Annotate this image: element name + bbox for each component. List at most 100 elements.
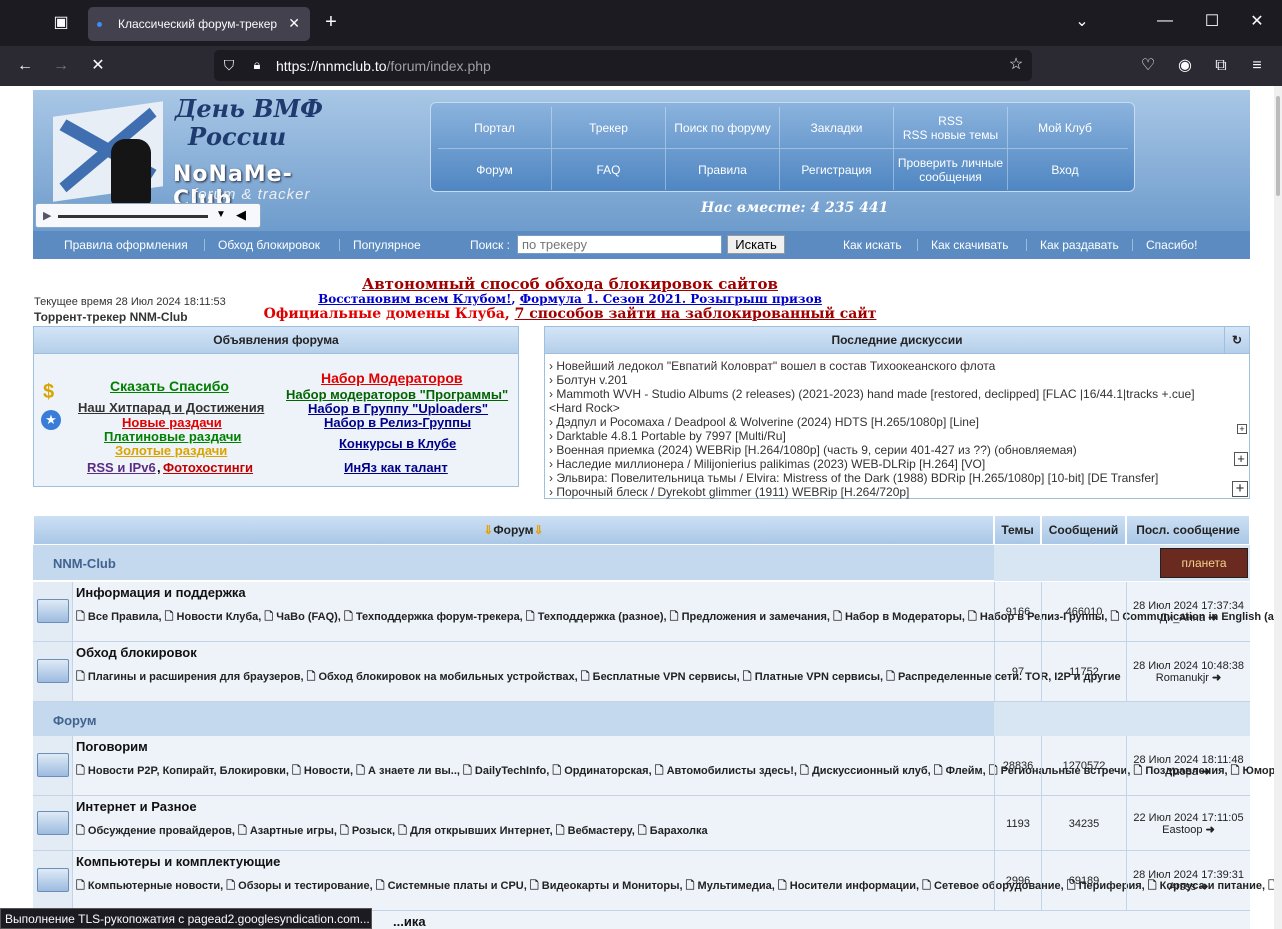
link-mods-programs[interactable]: Набор модераторов "Программы"	[286, 387, 508, 402]
link-contests[interactable]: Конкурсы в Клубе	[339, 436, 456, 451]
announce-link-f1[interactable]: Формула 1. Сезон 2021. Розыгрыш призов	[520, 292, 822, 306]
url-text[interactable]: https://nnmclub.to/forum/index.php	[276, 58, 491, 74]
nav-forum-search[interactable]: Поиск по форуму	[666, 107, 780, 148]
link-rss-ipv6[interactable]: RSS и IPv6	[87, 460, 156, 475]
maximize-icon[interactable]: ☐	[1200, 12, 1224, 32]
shield-icon[interactable]: ⛉	[217, 55, 241, 75]
nav-rss[interactable]: RSS RSS новые темы	[894, 107, 1008, 148]
last-post[interactable]: 22 Июл 2024 17:11:05 Eastoop ➜	[1126, 796, 1250, 851]
close-window-icon[interactable]: ✕	[1245, 12, 1269, 32]
discussion-item[interactable]: › Болтун v.201	[549, 373, 628, 387]
volume-icon[interactable]: ◀	[236, 207, 246, 223]
subforum-list[interactable]: 🗋 Обсуждение провайдеров, 🗋 Азартные игр…	[76, 824, 976, 839]
search-input[interactable]	[517, 235, 722, 254]
last-post[interactable]: 28 Июл 2024 18:11:48 Yuopa ➜	[1126, 736, 1250, 796]
tab-active[interactable]: Классический форум-трекер ✕	[88, 7, 310, 41]
audio-player[interactable]: ▶ ▼ ◀	[35, 203, 261, 228]
last-post[interactable]: 28 Июл 2024 17:39:31 Arsss ➜	[1126, 851, 1250, 911]
link-hitparade[interactable]: Наш Хитпарад и Достижения	[78, 400, 264, 415]
extensions-icon[interactable]: ♡	[1136, 56, 1160, 76]
link-how-seed[interactable]: Как раздавать	[1040, 238, 1119, 252]
goto-post-icon[interactable]: ➜	[1212, 672, 1221, 684]
planet-banner[interactable]: планета	[1160, 548, 1248, 578]
forum-title[interactable]: ...ика	[393, 914, 426, 929]
close-tab-icon[interactable]: ✕	[288, 15, 300, 32]
goto-post-icon[interactable]: ➜	[1208, 612, 1217, 624]
link-thanks[interactable]: Спасибо!	[1146, 238, 1197, 252]
nav-rules[interactable]: Правила	[666, 149, 780, 190]
nav-faq[interactable]: FAQ	[552, 149, 666, 190]
expand-icon[interactable]: +	[1232, 481, 1248, 497]
announce-line-1[interactable]: Автономный способ обхода блокировок сайт…	[0, 275, 1140, 293]
nav-portal[interactable]: Портал	[438, 107, 552, 148]
nav-check-pm[interactable]: Проверить личные сообщения	[894, 149, 1008, 190]
last-post[interactable]: 28 Июл 2024 17:37:34 Ди_Анна ➜	[1126, 582, 1250, 642]
nav-forum[interactable]: Форум	[438, 149, 552, 190]
subforum-list[interactable]: 🗋 Все Правила, 🗋 Новости Клуба, 🗋 ЧаВо (…	[76, 610, 1274, 625]
tab-list-icon[interactable]: ▣	[49, 13, 73, 33]
bookmark-star-icon[interactable]: ☆	[1004, 55, 1028, 75]
discussion-item[interactable]: › Mammoth WVH - Studio Albums (2 release…	[549, 387, 1195, 401]
site-logo[interactable]: День ВМФ России NoNaMe-Club forum & trac…	[43, 94, 333, 212]
minimize-icon[interactable]: —	[1153, 11, 1177, 31]
link-say-thanks[interactable]: Сказать Спасибо	[110, 378, 229, 394]
link-injaz[interactable]: ИнЯз как талант	[344, 460, 448, 475]
forum-title[interactable]: Информация и поддержка	[76, 585, 246, 600]
link-release-groups[interactable]: Набор в Релиз-Группы	[324, 415, 471, 430]
link-platinum[interactable]: Платиновые раздачи	[104, 429, 241, 444]
expand-icon[interactable]: +	[1237, 424, 1247, 434]
link-bypass-blocks[interactable]: Обход блокировок	[218, 238, 320, 252]
announce-link-restore[interactable]: Восстановим всем Клубом!	[318, 292, 511, 306]
discussion-item[interactable]: › Эльвира: Повелительница тьмы / Elvira:…	[549, 471, 1158, 485]
discussion-item[interactable]: › Darktable 4.8.1 Portable by 7997 [Mult…	[549, 429, 786, 443]
forum-title[interactable]: Обход блокировок	[76, 645, 197, 660]
stop-icon[interactable]: ✕	[86, 56, 110, 76]
announce-link-domains[interactable]: Официальные домены Клуба	[264, 306, 505, 322]
forum-title[interactable]: Поговорим	[76, 739, 148, 754]
discussion-item[interactable]: › Наследие миллионера / Milijonierius pa…	[549, 457, 985, 471]
goto-post-icon[interactable]: ➜	[1199, 881, 1208, 893]
discussion-item[interactable]: › Дэдпул и Росомаха / Deadpool & Wolveri…	[549, 415, 979, 429]
progress-bar[interactable]	[58, 215, 208, 218]
link-how-search[interactable]: Как искать	[843, 238, 902, 252]
refresh-icon[interactable]: ↻	[1224, 327, 1249, 354]
discussion-item[interactable]: › Новейший ледокол "Евпатий Коловрат" во…	[549, 359, 995, 373]
discussion-item[interactable]: <Hard Rock>	[549, 401, 620, 415]
forum-title[interactable]: Интернет и Разное	[76, 799, 197, 814]
nav-register[interactable]: Регистрация	[780, 149, 894, 190]
back-icon[interactable]: ←	[13, 56, 37, 76]
play-icon[interactable]: ▶	[43, 209, 51, 222]
goto-post-icon[interactable]: ➜	[1201, 766, 1210, 778]
new-tab-icon[interactable]: +	[319, 12, 343, 32]
category-name[interactable]: Форум	[53, 713, 96, 728]
link-gold[interactable]: Золотые раздачи	[115, 443, 227, 458]
discussion-item[interactable]: › Порочный блеск / Dyrekobt glimmer (191…	[549, 485, 909, 499]
nav-login[interactable]: Вход	[1008, 149, 1122, 190]
nav-my-club[interactable]: Мой Клуб	[1008, 107, 1122, 148]
account-icon[interactable]: ◉	[1173, 56, 1197, 76]
link-photohosting[interactable]: Фотохостинги	[163, 460, 253, 475]
puzzle-icon[interactable]: ⧉	[1209, 56, 1233, 76]
nav-tracker[interactable]: Трекер	[552, 107, 666, 148]
lock-icon[interactable]: 🔒︎	[245, 55, 269, 75]
search-button[interactable]: Искать	[727, 235, 785, 254]
link-how-download[interactable]: Как скачивать	[931, 238, 1009, 252]
expand-icon[interactable]: +	[1234, 452, 1248, 466]
dropdown-icon[interactable]: ▼	[216, 209, 226, 220]
goto-post-icon[interactable]: ➜	[1206, 824, 1215, 836]
link-uploaders[interactable]: Набор в Группу "Uploaders"	[308, 401, 488, 416]
forward-icon[interactable]: →	[49, 56, 73, 76]
discussion-item[interactable]: › Военная приемка (2024) WEBRip [H.264/1…	[549, 443, 1077, 457]
list-all-tabs-icon[interactable]: ⌄	[1070, 12, 1094, 32]
announce-link-7ways[interactable]: 7 способов зайти на заблокированный сайт	[515, 306, 877, 322]
link-new-releases[interactable]: Новые раздачи	[122, 415, 222, 430]
page-scrollbar[interactable]	[1274, 86, 1282, 929]
menu-icon[interactable]: ≡	[1245, 56, 1269, 76]
subforum-list[interactable]: 🗋 Компьютерные новости, 🗋 Обзоры и тести…	[76, 879, 1274, 894]
nav-bookmarks[interactable]: Закладки	[780, 107, 894, 148]
link-formatting-rules[interactable]: Правила оформления	[64, 238, 188, 252]
subforum-list[interactable]: 🗋 Плагины и расширения для браузеров, 🗋 …	[76, 670, 1121, 685]
link-popular[interactable]: Популярное	[353, 238, 421, 252]
last-post[interactable]: 28 Июл 2024 10:48:38 Romanukjr ➜	[1126, 642, 1250, 702]
link-moderators[interactable]: Набор Модераторов	[321, 370, 463, 386]
